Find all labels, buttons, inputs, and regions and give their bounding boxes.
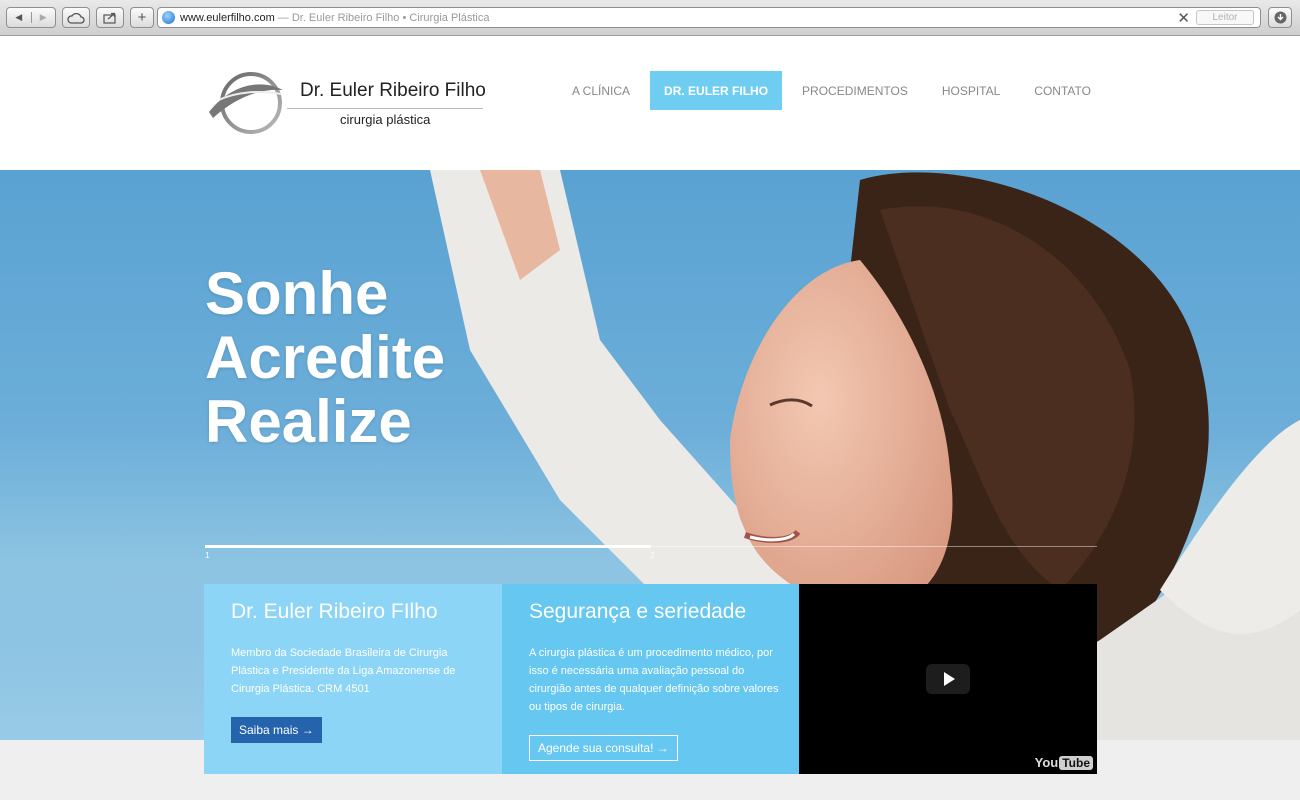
- logo-subtitle: cirurgia plástica: [340, 112, 431, 127]
- logo[interactable]: Dr. Euler Ribeiro Filho cirurgia plástic…: [205, 70, 486, 140]
- hero-line-1: Sonhe: [205, 260, 389, 327]
- hero-headline: Sonhe Acredite Realize: [205, 262, 445, 454]
- logo-swoosh-icon: [209, 72, 283, 134]
- youtube-logo-you: You: [1034, 755, 1059, 770]
- about-text: Membro da Sociedade Brasileira de Cirurg…: [231, 647, 456, 695]
- icloud-tabs-button[interactable]: [62, 7, 90, 28]
- forward-icon[interactable]: ▶: [30, 12, 56, 23]
- share-button[interactable]: [96, 7, 124, 28]
- share-icon: [103, 12, 116, 24]
- slider-progress-fill: [205, 545, 651, 548]
- safety-text: A cirurgia plástica é um procedimento mé…: [529, 647, 779, 713]
- hero-line-2: Acredite: [205, 324, 446, 391]
- reader-button[interactable]: Leitor: [1196, 10, 1254, 25]
- site-header: Dr. Euler Ribeiro Filho cirurgia plástic…: [0, 36, 1300, 170]
- play-icon: [944, 672, 955, 686]
- agende-consulta-button[interactable]: Agende sua consulta! →: [529, 735, 678, 761]
- new-tab-button[interactable]: +: [130, 7, 154, 28]
- address-bar[interactable]: www.eulerfilho.com — Dr. Euler Ribeiro F…: [157, 7, 1261, 28]
- plus-icon: +: [137, 9, 147, 26]
- nav-hospital[interactable]: HOSPITAL: [928, 71, 1014, 110]
- logo-name: Dr. Euler Ribeiro Filho: [300, 80, 486, 101]
- play-button[interactable]: [926, 664, 970, 694]
- browser-toolbar: ◀ ▶ + www.eulerfilho.com — Dr. Euler Rib…: [0, 0, 1300, 36]
- close-icon[interactable]: ✕: [1177, 9, 1190, 27]
- saiba-mais-button[interactable]: Saiba mais →: [231, 717, 322, 743]
- back-icon[interactable]: ◀: [7, 12, 31, 23]
- video-player[interactable]: You Tube: [799, 584, 1097, 774]
- cloud-icon: [67, 12, 85, 24]
- slide-number-1[interactable]: 1: [205, 551, 209, 560]
- nav-dr-euler-filho[interactable]: DR. EULER FILHO: [650, 71, 783, 110]
- slider-progress[interactable]: [205, 545, 1097, 548]
- safety-panel: Segurança e seriedade A cirurgia plástic…: [502, 584, 799, 774]
- main-nav: A CLÍNICA DR. EULER FILHO PROCEDIMENTOS …: [558, 71, 1111, 110]
- youtube-logo-tube: Tube: [1059, 755, 1093, 770]
- back-forward-buttons[interactable]: ◀ ▶: [6, 7, 56, 28]
- hero-line-3: Realize: [205, 388, 412, 455]
- safety-title: Segurança e seriedade: [529, 600, 747, 623]
- nav-procedimentos[interactable]: PROCEDIMENTOS: [788, 71, 922, 110]
- about-panel: Dr. Euler Ribeiro FIlho Membro da Socied…: [204, 584, 502, 774]
- globe-icon: [162, 11, 175, 24]
- download-icon: [1274, 11, 1286, 24]
- slide-number-2[interactable]: 2: [650, 551, 654, 560]
- youtube-logo[interactable]: You Tube: [1035, 755, 1093, 770]
- nav-contato[interactable]: CONTATO: [1020, 71, 1105, 110]
- about-title: Dr. Euler Ribeiro FIlho: [231, 600, 438, 623]
- nav-clinica[interactable]: A CLÍNICA: [558, 71, 644, 110]
- downloads-button[interactable]: [1268, 7, 1292, 28]
- page-title-in-url: — Dr. Euler Ribeiro Filho • Cirurgia Plá…: [277, 11, 490, 24]
- logo-divider: [287, 108, 483, 109]
- url-host: www.eulerfilho.com: [180, 11, 275, 24]
